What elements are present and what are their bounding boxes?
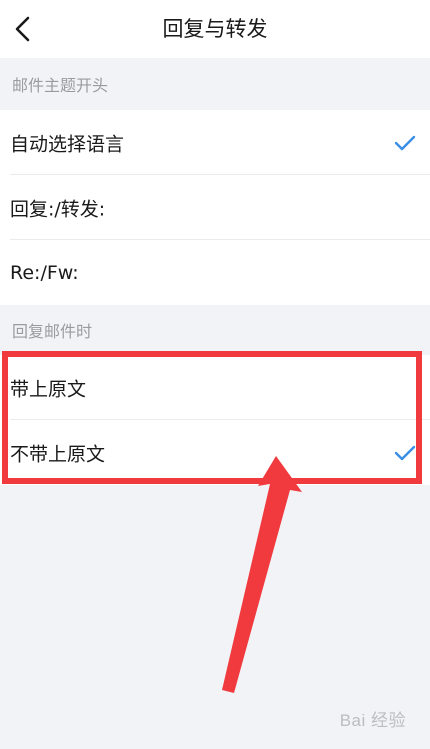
reply-original-options: 带上原文 不带上原文: [0, 355, 430, 485]
section-header-subject-prefix: 邮件主题开头: [0, 58, 430, 110]
option-label: Re:/Fw:: [10, 261, 79, 284]
option-english-prefix[interactable]: Re:/Fw:: [0, 240, 430, 305]
subject-prefix-options: 自动选择语言 回复:/转发: Re:/Fw:: [0, 110, 430, 305]
option-label: 带上原文: [10, 378, 87, 400]
option-auto-language[interactable]: 自动选择语言: [0, 110, 430, 175]
page-title: 回复与转发: [162, 17, 268, 41]
section-header-reply-mail: 回复邮件时: [0, 305, 430, 355]
option-label: 回复:/转发:: [10, 198, 106, 220]
checkmark-icon: [394, 444, 416, 462]
checkmark-icon: [394, 134, 416, 152]
option-exclude-original[interactable]: 不带上原文: [0, 420, 430, 485]
option-chinese-prefix[interactable]: 回复:/转发:: [0, 175, 430, 240]
option-label: 不带上原文: [10, 443, 106, 465]
watermark-logo: Bai 经验: [339, 711, 406, 730]
top-navigation-bar: 回复与转发: [0, 0, 430, 58]
option-label: 自动选择语言: [10, 133, 125, 155]
option-include-original[interactable]: 带上原文: [0, 355, 430, 420]
